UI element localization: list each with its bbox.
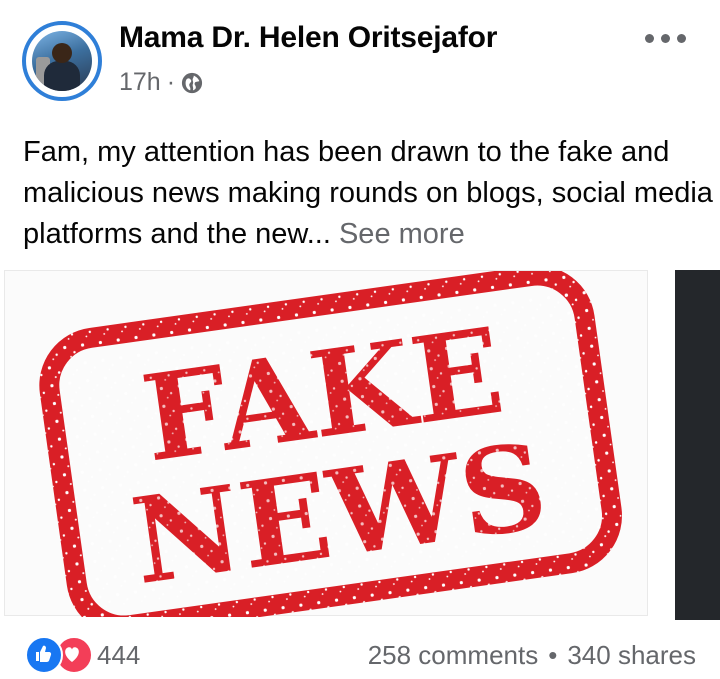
meta-dot: ·: [166, 68, 176, 96]
stamp-graphic: FAKE NEWS: [39, 265, 623, 636]
shares-count[interactable]: 340 shares: [567, 640, 696, 671]
author-name[interactable]: Mama Dr. Helen Oritsejafor: [119, 21, 497, 55]
post-meta: 17h ·: [119, 68, 203, 97]
engagement-stats: 258 comments • 340 shares: [368, 640, 696, 671]
avatar[interactable]: [22, 21, 102, 101]
post-text: Fam, my attention has been drawn to the …: [23, 132, 713, 255]
see-more-link[interactable]: See more: [339, 218, 465, 250]
post-header: Mama Dr. Helen Oritsejafor 17h ·: [0, 0, 720, 115]
globe-icon: [181, 72, 203, 93]
like-reaction-icon[interactable]: [25, 636, 63, 674]
stats-separator: •: [548, 640, 558, 670]
post-footer: 444 258 comments • 340 shares: [0, 628, 720, 679]
next-image-edge[interactable]: [675, 270, 720, 620]
post-image[interactable]: FAKE NEWS: [0, 265, 720, 636]
more-options-icon[interactable]: [645, 34, 689, 46]
fake-news-stamp-image: FAKE NEWS: [4, 265, 648, 636]
comments-count[interactable]: 258 comments: [368, 640, 539, 671]
reactions-count[interactable]: 444: [97, 640, 140, 671]
avatar-photo: [32, 31, 92, 91]
post-time[interactable]: 17h: [119, 68, 161, 97]
